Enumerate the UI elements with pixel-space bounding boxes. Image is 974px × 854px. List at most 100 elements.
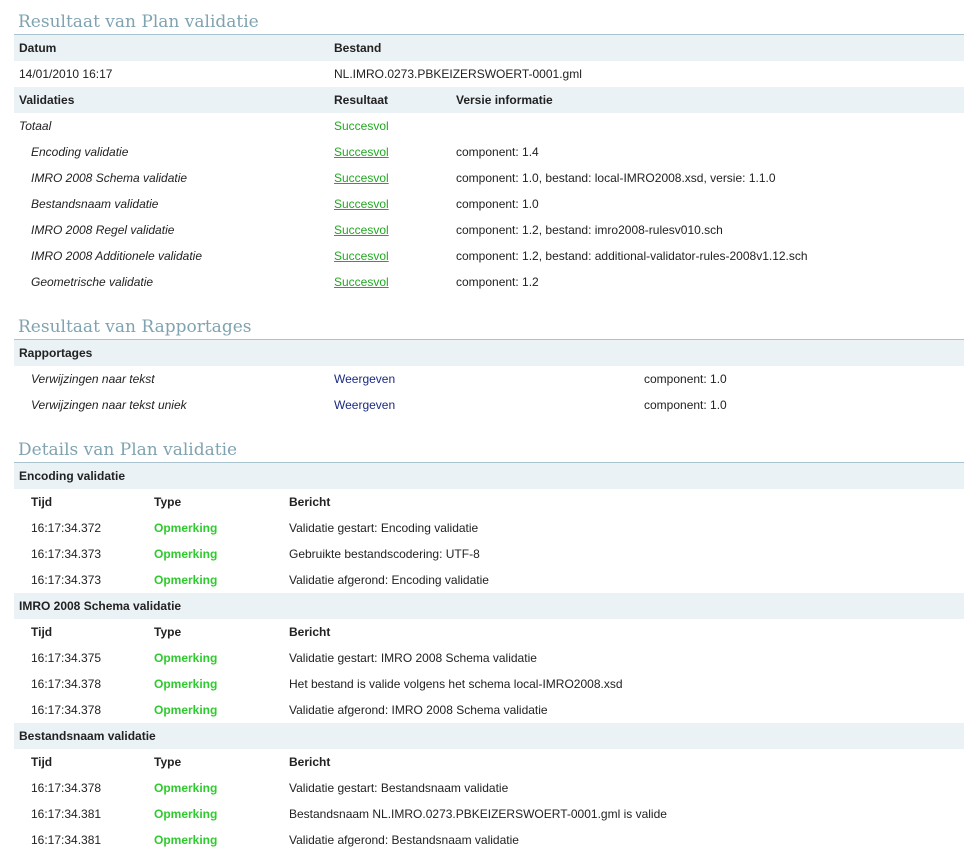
detail-columns-row: Tijd Type Bericht [14, 749, 964, 775]
plan-section-title: Resultaat van Plan validatie [18, 12, 259, 32]
entry-tijd: 16:17:34.381 [31, 833, 102, 847]
detail-columns-row: Tijd Type Bericht [14, 489, 964, 515]
detail-entry-row: 16:17:34.378 Opmerking Validatie afgeron… [14, 697, 964, 723]
col-rapportages: Rapportages [19, 346, 93, 360]
entry-type: Opmerking [154, 781, 218, 795]
rapport-name: Verwijzingen naar tekst uniek [31, 398, 187, 412]
entry-type: Opmerking [154, 833, 218, 847]
rapport-row: Verwijzingen naar tekst Weergeven compon… [14, 366, 964, 392]
entry-tijd: 16:17:34.375 [31, 651, 102, 665]
plan-section: Resultaat van Plan validatie Datum Besta… [0, 11, 964, 295]
detail-group-header: IMRO 2008 Schema validatie [14, 593, 964, 619]
entry-tijd: 16:17:34.381 [31, 807, 102, 821]
col-bericht: Bericht [289, 625, 331, 639]
detail-entry-row: 16:17:34.373 Opmerking Gebruikte bestand… [14, 541, 964, 567]
validation-result-link[interactable]: Succesvol [334, 191, 389, 217]
detail-group-name: Encoding validatie [19, 469, 126, 483]
detail-group-header: Encoding validatie [14, 463, 964, 489]
entry-bericht: Gebruikte bestandscodering: UTF-8 [289, 547, 480, 561]
entry-type: Opmerking [154, 807, 218, 821]
totaal-row: Totaal Succesvol [14, 113, 964, 139]
rapport-name: Verwijzingen naar tekst [31, 372, 155, 386]
validation-row: Bestandsnaam validatie Succesvol compone… [14, 191, 964, 217]
totaal-label: Totaal [19, 119, 52, 133]
validation-result-link[interactable]: Succesvol [334, 217, 389, 243]
col-bericht: Bericht [289, 495, 331, 509]
rapport-table: Rapportages Verwijzingen naar tekst Weer… [14, 339, 964, 418]
validation-row: IMRO 2008 Regel validatie Succesvol comp… [14, 217, 964, 243]
col-tijd: Tijd [31, 755, 53, 769]
weergeven-link[interactable]: Weergeven [334, 366, 395, 392]
entry-bericht: Validatie afgerond: Bestandsnaam validat… [289, 833, 519, 847]
detail-group-name: Bestandsnaam validatie [19, 729, 156, 743]
entry-tijd: 16:17:34.373 [31, 573, 102, 587]
validaties-header-row: Validaties Resultaat Versie informatie [14, 87, 964, 113]
col-type: Type [154, 495, 182, 509]
page: Resultaat van Plan validatie Datum Besta… [0, 0, 974, 854]
detail-columns-row: Tijd Type Bericht [14, 619, 964, 645]
rapport-info: component: 1.0 [644, 398, 727, 412]
validation-result-link[interactable]: Succesvol [334, 243, 389, 269]
entry-bericht: Bestandsnaam NL.IMRO.0273.PBKEIZERSWOERT… [289, 807, 667, 821]
entry-type: Opmerking [154, 573, 218, 587]
rapport-section: Resultaat van Rapportages Rapportages Ve… [0, 316, 964, 418]
detail-group-header: Bestandsnaam validatie [14, 723, 964, 749]
validation-name: Encoding validatie [31, 145, 129, 159]
validation-row: IMRO 2008 Additionele validatie Succesvo… [14, 243, 964, 269]
entry-bericht: Het bestand is valide volgens het schema… [289, 677, 623, 691]
entry-type: Opmerking [154, 703, 218, 717]
entry-tijd: 16:17:34.378 [31, 703, 102, 717]
entry-type: Opmerking [154, 521, 218, 535]
validation-row: Encoding validatie Succesvol component: … [14, 139, 964, 165]
validation-info: component: 1.0 [456, 197, 539, 211]
detail-entry-row: 16:17:34.378 Opmerking Validatie gestart… [14, 775, 964, 801]
col-resultaat: Resultaat [334, 93, 389, 107]
validation-info: component: 1.2 [456, 275, 539, 289]
validation-result-link[interactable]: Succesvol [334, 269, 389, 295]
col-versie: Versie informatie [456, 93, 553, 107]
detail-entry-row: 16:17:34.375 Opmerking Validatie gestart… [14, 645, 964, 671]
col-validaties: Validaties [19, 93, 75, 107]
validation-row: IMRO 2008 Schema validatie Succesvol com… [14, 165, 964, 191]
validation-info: component: 1.0, bestand: local-IMRO2008.… [456, 171, 776, 185]
validation-result-link[interactable]: Succesvol [334, 165, 389, 191]
col-type: Type [154, 755, 182, 769]
validation-name: IMRO 2008 Schema validatie [31, 171, 188, 185]
validation-info: component: 1.4 [456, 145, 539, 159]
entry-type: Opmerking [154, 651, 218, 665]
bestand-value: NL.IMRO.0273.PBKEIZERSWOERT-0001.gml [334, 67, 582, 81]
validation-info: component: 1.2, bestand: imro2008-rulesv… [456, 223, 723, 237]
details-section: Details van Plan validatie Encoding vali… [0, 439, 964, 853]
entry-tijd: 16:17:34.378 [31, 677, 102, 691]
validation-name: Geometrische validatie [31, 275, 154, 289]
detail-entry-row: 16:17:34.381 Opmerking Validatie afgeron… [14, 827, 964, 853]
validation-name: Bestandsnaam validatie [31, 197, 159, 211]
validation-name: IMRO 2008 Regel validatie [31, 223, 175, 237]
col-datum: Datum [19, 41, 57, 55]
detail-group-name: IMRO 2008 Schema validatie [19, 599, 182, 613]
weergeven-link[interactable]: Weergeven [334, 392, 395, 418]
entry-bericht: Validatie afgerond: IMRO 2008 Schema val… [289, 703, 548, 717]
entry-bericht: Validatie gestart: IMRO 2008 Schema vali… [289, 651, 537, 665]
entry-type: Opmerking [154, 677, 218, 691]
plan-info-row: 14/01/2010 16:17 NL.IMRO.0273.PBKEIZERSW… [14, 61, 964, 87]
plan-header-row: Datum Bestand [14, 35, 964, 61]
rapport-section-title: Resultaat van Rapportages [18, 317, 252, 337]
entry-bericht: Validatie gestart: Bestandsnaam validati… [289, 781, 509, 795]
entry-tijd: 16:17:34.373 [31, 547, 102, 561]
entry-bericht: Validatie gestart: Encoding validatie [289, 521, 479, 535]
col-tijd: Tijd [31, 625, 53, 639]
detail-entry-row: 16:17:34.373 Opmerking Validatie afgeron… [14, 567, 964, 593]
validation-result-link[interactable]: Succesvol [334, 139, 389, 165]
rapport-row: Verwijzingen naar tekst uniek Weergeven … [14, 392, 964, 418]
plan-table: Datum Bestand 14/01/2010 16:17 NL.IMRO.0… [14, 34, 964, 295]
rapport-info: component: 1.0 [644, 372, 727, 386]
validation-row: Geometrische validatie Succesvol compone… [14, 269, 964, 295]
col-bericht: Bericht [289, 755, 331, 769]
detail-entry-row: 16:17:34.378 Opmerking Het bestand is va… [14, 671, 964, 697]
totaal-result: Succesvol [334, 119, 389, 133]
detail-entry-row: 16:17:34.381 Opmerking Bestandsnaam NL.I… [14, 801, 964, 827]
col-tijd: Tijd [31, 495, 53, 509]
datum-value: 14/01/2010 16:17 [19, 67, 113, 81]
validation-name: IMRO 2008 Additionele validatie [31, 249, 202, 263]
